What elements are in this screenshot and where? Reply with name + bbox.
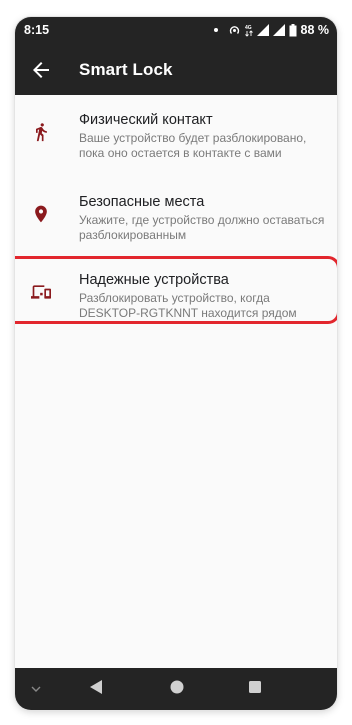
status-bar: 8:15 4G 88 % [15, 17, 337, 45]
hotspot-icon [229, 25, 239, 34]
list-item-title: Надежные устройства [79, 272, 229, 288]
chevron-down-icon[interactable] [30, 683, 42, 695]
person-walking-icon [36, 123, 47, 142]
list-item-title: Физический контакт [79, 112, 213, 128]
battery-percent: 88 % [300, 23, 330, 37]
recents-square-icon[interactable] [248, 680, 262, 694]
signal-icon [272, 24, 285, 36]
app-toolbar: Smart Lock [15, 45, 337, 95]
signal-icon [256, 24, 269, 36]
settings-list: Физический контакт Ваше устройство будет… [15, 95, 337, 333]
status-icons: 4G 88 % [213, 23, 330, 37]
list-item-trusted-devices[interactable]: Надежные устройства Разблокировать устро… [15, 255, 337, 333]
phone-screen: 8:15 4G 88 % Smart Lock Физический конта… [15, 17, 337, 710]
svg-text:4G: 4G [245, 25, 252, 31]
back-triangle-icon[interactable] [89, 679, 103, 695]
list-item-subtitle: Разблокировать устройство, когда DESKTOP… [79, 291, 297, 320]
notification-dot-icon [213, 28, 218, 32]
list-item-physical-contact[interactable]: Физический контакт Ваше устройство будет… [15, 95, 337, 177]
4g-icon: 4G [245, 25, 253, 37]
list-item-title: Безопасные места [79, 194, 205, 210]
page-title: Smart Lock [79, 60, 173, 79]
status-time: 8:15 [24, 23, 50, 37]
home-circle-icon[interactable] [169, 679, 185, 695]
list-item-subtitle: Укажите, где устройство должно оставатьс… [79, 213, 325, 242]
battery-icon [289, 23, 296, 36]
devices-icon [31, 285, 51, 299]
location-pin-icon [35, 205, 47, 223]
system-nav-bar [15, 668, 337, 710]
arrow-left-icon[interactable] [29, 58, 53, 82]
list-item-subtitle: Ваше устройство будет разблокировано, по… [79, 131, 307, 160]
list-item-safe-places[interactable]: Безопасные места Укажите, где устройство… [15, 177, 337, 255]
